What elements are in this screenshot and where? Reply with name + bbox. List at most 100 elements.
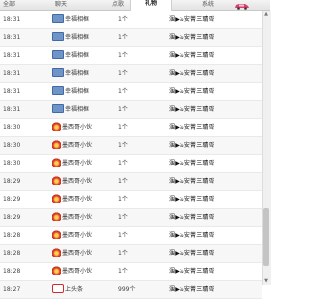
tab-system[interactable]: 系统 (202, 1, 214, 10)
row-gift: 墨西哥小伙 (52, 173, 92, 190)
row-gift-name: 墨西哥小伙 (62, 142, 93, 149)
row-gift: 墨西哥小伙 (52, 191, 92, 208)
tab-songs[interactable]: 点歌 (112, 1, 124, 10)
row-time: 18:30 (3, 142, 21, 149)
row-time: 18:29 (3, 196, 21, 203)
row-quantity: 1个 (118, 232, 128, 239)
row-time: 18:30 (3, 160, 21, 167)
row-gift-name: 墨西哥小伙 (62, 160, 93, 167)
row-sender[interactable]: 涠▶ঌ安菁三聙꺜 (169, 47, 214, 64)
row-gift-name: 幸福相框 (65, 70, 90, 77)
row-time: 18:31 (3, 88, 21, 95)
gift-record-row: 18:29 墨西哥小伙 1个 涠▶ঌ安菁三聙꺜 (0, 173, 262, 191)
row-gift: 幸福相框 (52, 65, 89, 82)
row-sender[interactable]: 涠▶ঌ安菁三聙꺜 (169, 65, 214, 82)
row-gift-name: 墨西哥小伙 (62, 250, 93, 257)
row-quantity: 1个 (118, 196, 128, 203)
row-gift: 幸福相框 (52, 101, 89, 118)
gift-record-row: 18:28 墨西哥小伙 1个 涠▶ঌ安菁三聙꺜 (0, 263, 262, 281)
gift-record-row: 18:28 墨西哥小伙 1个 涠▶ঌ安菁三聙꺜 (0, 245, 262, 263)
row-quantity: 1个 (118, 142, 128, 149)
row-time: 18:31 (3, 16, 21, 23)
row-quantity: 1个 (118, 52, 128, 59)
row-time: 18:28 (3, 268, 21, 275)
row-gift-name: 墨西哥小伙 (62, 232, 93, 239)
row-gift: 幸福相框 (52, 11, 89, 28)
row-sender[interactable]: 涠▶ঌ安菁三聙꺜 (169, 11, 214, 28)
row-gift-name: 墨西哥小伙 (62, 124, 93, 131)
scroll-down-arrow-icon[interactable]: ▼ (263, 278, 269, 284)
car-icon[interactable] (234, 1, 250, 10)
row-sender[interactable]: 涠▶ঌ安菁三聙꺜 (169, 155, 214, 172)
gift-record-row: 18:31 幸福相框 1个 涠▶ঌ安菁三聙꺜 (0, 83, 262, 101)
row-time: 18:29 (3, 178, 21, 185)
frame-gift-icon (52, 86, 64, 95)
frame-gift-icon (52, 32, 64, 41)
headline-gift-icon (52, 284, 64, 293)
gift-record-row: 18:30 墨西哥小伙 1个 涠▶ঌ安菁三聙꺜 (0, 137, 262, 155)
row-gift-name: 幸福相框 (65, 52, 90, 59)
row-gift: 幸福相框 (52, 83, 89, 100)
row-quantity: 1个 (118, 160, 128, 167)
row-gift-name: 墨西哥小伙 (62, 178, 93, 185)
fire-gift-icon (52, 158, 61, 167)
row-sender[interactable]: 涠▶ঌ安菁三聙꺜 (169, 173, 214, 190)
row-sender[interactable]: 涠▶ঌ安菁三聙꺜 (169, 281, 214, 298)
row-gift-name: 幸福相框 (65, 34, 90, 41)
frame-gift-icon (52, 68, 64, 77)
row-gift-name: 墨西哥小伙 (62, 268, 93, 275)
fire-gift-icon (52, 122, 61, 131)
row-gift: 墨西哥小伙 (52, 209, 92, 226)
gift-record-list: 18:31 幸福相框 1个 涠▶ঌ安菁三聙꺜 18:31 幸福相框 1个 涠▶ঌ安菁三聙꺜 18… (0, 11, 262, 299)
scroll-up-arrow-icon[interactable]: ▲ (263, 11, 269, 17)
row-sender[interactable]: 涠▶ঌ安菁三聙꺜 (169, 227, 214, 244)
row-sender[interactable]: 涠▶ঌ安菁三聙꺜 (169, 119, 214, 136)
row-time: 18:28 (3, 232, 21, 239)
scrollbar-thumb[interactable] (263, 208, 269, 266)
row-quantity: 1个 (118, 214, 128, 221)
gift-record-row: 18:29 墨西哥小伙 1个 涠▶ঌ安菁三聙꺜 (0, 191, 262, 209)
gift-record-row: 18:27 上头条 999个 涠▶ঌ安菁三聙꺜 (0, 281, 262, 299)
row-sender[interactable]: 涠▶ঌ安菁三聙꺜 (169, 245, 214, 262)
row-gift-name: 幸福相框 (65, 106, 90, 113)
row-quantity: 1个 (118, 70, 128, 77)
row-time: 18:29 (3, 214, 21, 221)
row-gift-name: 幸福相框 (65, 16, 90, 23)
row-time: 18:30 (3, 124, 21, 131)
row-gift-name: 上头条 (65, 286, 84, 293)
row-sender[interactable]: 涠▶ঌ安菁三聙꺜 (169, 191, 214, 208)
row-gift-name: 墨西哥小伙 (62, 196, 93, 203)
row-time: 18:31 (3, 52, 21, 59)
tab-chat[interactable]: 聊天 (55, 1, 67, 10)
gift-record-row: 18:29 墨西哥小伙 1个 涠▶ঌ安菁三聙꺜 (0, 209, 262, 227)
row-time: 18:31 (3, 34, 21, 41)
frame-gift-icon (52, 104, 64, 113)
row-sender[interactable]: 涠▶ঌ安菁三聙꺜 (169, 137, 214, 154)
row-time: 18:31 (3, 106, 21, 113)
row-sender[interactable]: 涠▶ঌ安菁三聙꺜 (169, 263, 214, 280)
row-quantity: 999个 (118, 286, 136, 293)
row-time: 18:28 (3, 250, 21, 257)
fire-gift-icon (52, 248, 61, 257)
row-quantity: 1个 (118, 106, 128, 113)
row-sender[interactable]: 涠▶ঌ安菁三聙꺜 (169, 29, 214, 46)
gift-record-row: 18:31 幸福相框 1个 涠▶ঌ安菁三聙꺜 (0, 65, 262, 83)
row-gift: 墨西哥小伙 (52, 227, 92, 244)
fire-gift-icon (52, 212, 61, 221)
frame-gift-icon (52, 14, 64, 23)
gift-record-row: 18:30 墨西哥小伙 1个 涠▶ঌ安菁三聙꺜 (0, 119, 262, 137)
fire-gift-icon (52, 266, 61, 275)
row-sender[interactable]: 涠▶ঌ安菁三聙꺜 (169, 209, 214, 226)
row-quantity: 1个 (118, 16, 128, 23)
row-sender[interactable]: 涠▶ঌ安菁三聙꺜 (169, 83, 214, 100)
gift-record-row: 18:28 墨西哥小伙 1个 涠▶ঌ安菁三聙꺜 (0, 227, 262, 245)
row-sender[interactable]: 涠▶ঌ安菁三聙꺜 (169, 101, 214, 118)
row-gift: 幸福相框 (52, 29, 89, 46)
row-quantity: 1个 (118, 250, 128, 257)
fire-gift-icon (52, 194, 61, 203)
tab-all[interactable]: 全部 (3, 1, 15, 10)
row-quantity: 1个 (118, 34, 128, 41)
tab-gifts[interactable]: 礼物 (130, 0, 172, 11)
gift-record-row: 18:31 幸福相框 1个 涠▶ঌ安菁三聙꺜 (0, 11, 262, 29)
row-quantity: 1个 (118, 178, 128, 185)
